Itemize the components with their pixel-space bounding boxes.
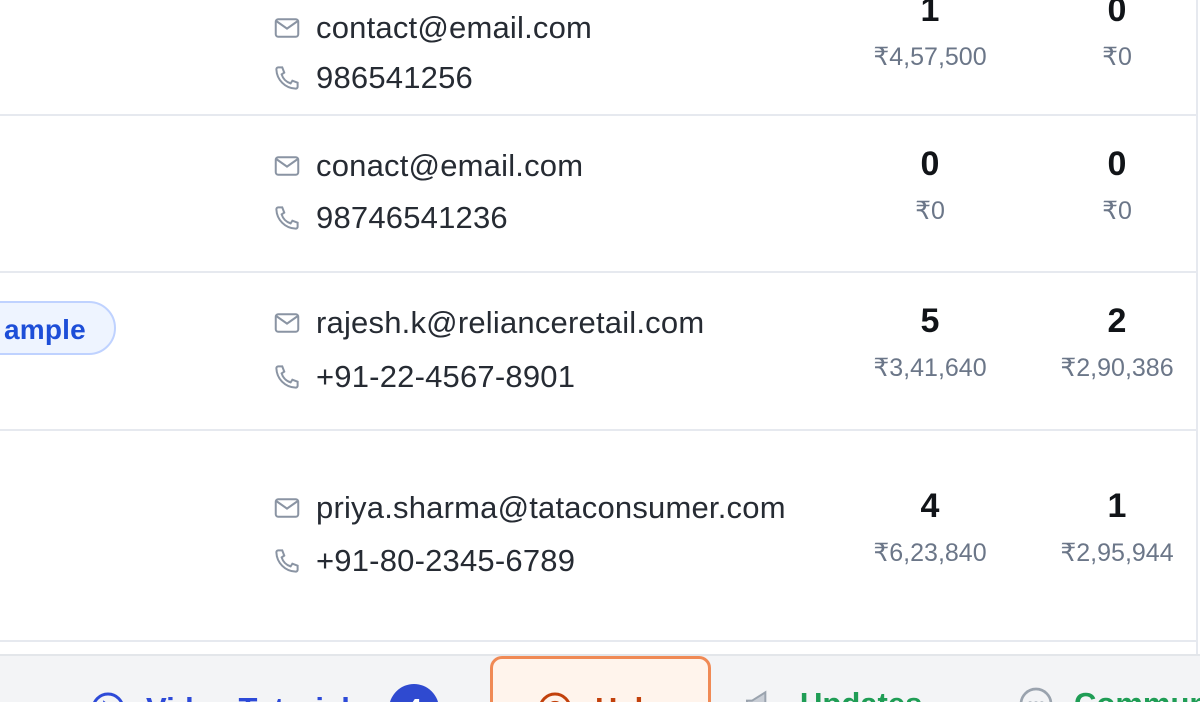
megaphone-icon — [746, 690, 767, 702]
updates-link[interactable]: Updates — [742, 684, 922, 702]
email-line: priya.sharma@tataconsumer.com — [272, 490, 786, 526]
count-cell-b: 0 ₹0 — [1022, 144, 1200, 226]
count-value: 5 — [920, 302, 940, 340]
count-value: 0 — [920, 145, 940, 183]
count-value: 0 — [1107, 0, 1127, 29]
amount-value: ₹0 — [1102, 43, 1132, 71]
video-tutorials-label: Video Tutorials — [146, 691, 367, 702]
count-value: 0 — [1107, 145, 1127, 183]
help-button[interactable]: Help — [490, 656, 711, 702]
count-cell-a: 4 ₹6,23,840 — [835, 486, 1025, 568]
contacts-table-viewport: contact@email.com 986541256 1 ₹4,57,500 … — [0, 0, 1200, 702]
count-value: 4 — [920, 487, 940, 525]
mail-icon — [274, 313, 300, 333]
help-label: Help — [595, 691, 662, 702]
phone-icon — [275, 549, 299, 573]
contact-phone[interactable]: 98746541236 — [316, 200, 508, 236]
phone-line: +91-80-2345-6789 — [272, 543, 575, 579]
contact-email[interactable]: contact@email.com — [316, 10, 592, 46]
count-cell-a: 1 ₹4,57,500 — [835, 0, 1025, 72]
count-cell-b: 0 ₹0 — [1022, 0, 1200, 72]
contact-phone[interactable]: +91-80-2345-6789 — [316, 543, 575, 579]
amount-value: ₹0 — [915, 197, 945, 225]
amount-value: ₹6,23,840 — [873, 539, 987, 567]
phone-line: +91-22-4567-8901 — [272, 359, 575, 395]
contact-email[interactable]: priya.sharma@tataconsumer.com — [316, 490, 786, 526]
email-line: conact@email.com — [272, 148, 583, 184]
phone-icon — [275, 206, 299, 230]
table-row[interactable]: ample rajesh.k@relianceretail.com +91-22… — [0, 273, 1198, 431]
email-line: contact@email.com — [272, 10, 592, 46]
contact-phone[interactable]: +91-22-4567-8901 — [316, 359, 575, 395]
count-cell-a: 5 ₹3,41,640 — [835, 301, 1025, 383]
amount-value: ₹3,41,640 — [873, 354, 987, 382]
mail-icon — [274, 498, 300, 518]
video-tutorials-link[interactable]: Video Tutorials 4 — [88, 684, 440, 702]
contact-email[interactable]: conact@email.com — [316, 148, 583, 184]
table-row[interactable]: contact@email.com 986541256 1 ₹4,57,500 … — [0, 0, 1198, 116]
mail-icon — [274, 18, 300, 38]
video-tutorials-badge: 4 — [389, 684, 440, 702]
phone-icon — [275, 365, 299, 389]
amount-value: ₹0 — [1102, 197, 1132, 225]
community-label: Community — [1074, 686, 1200, 702]
phone-line: 986541256 — [272, 60, 473, 96]
contacts-table: contact@email.com 986541256 1 ₹4,57,500 … — [0, 0, 1198, 658]
help-circle-icon — [540, 692, 570, 702]
email-line: rajesh.k@relianceretail.com — [272, 305, 704, 341]
play-circle-icon — [93, 692, 123, 702]
mail-icon — [274, 156, 300, 176]
updates-label: Updates — [800, 686, 922, 702]
contact-email[interactable]: rajesh.k@relianceretail.com — [316, 305, 704, 341]
tag-badge[interactable]: ample — [0, 301, 116, 355]
amount-value: ₹2,95,944 — [1060, 539, 1174, 567]
table-row[interactable]: priya.sharma@tataconsumer.com +91-80-234… — [0, 431, 1198, 642]
count-cell-b: 2 ₹2,90,386 — [1022, 301, 1200, 383]
contact-phone[interactable]: 986541256 — [316, 60, 473, 96]
table-row[interactable]: conact@email.com 98746541236 0 ₹0 0 ₹0 — [0, 116, 1198, 273]
amount-value: ₹2,90,386 — [1060, 354, 1174, 382]
phone-line: 98746541236 — [272, 200, 508, 236]
help-button-content: Help — [535, 689, 662, 702]
count-value: 1 — [1107, 487, 1127, 525]
count-cell-a: 0 ₹0 — [835, 144, 1025, 226]
community-link[interactable]: Community — [1016, 684, 1200, 702]
amount-value: ₹4,57,500 — [873, 43, 987, 71]
phone-icon — [275, 66, 299, 90]
count-cell-b: 1 ₹2,95,944 — [1022, 486, 1200, 568]
count-value: 1 — [920, 0, 940, 29]
count-value: 2 — [1107, 302, 1127, 340]
chat-icon — [1019, 687, 1053, 702]
